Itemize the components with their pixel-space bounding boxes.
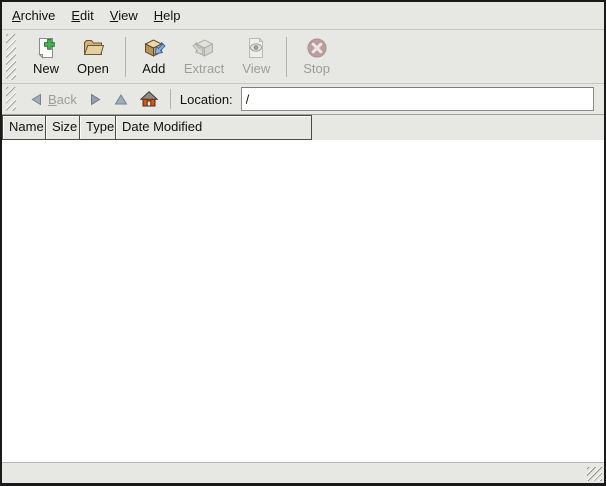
navbar-separator <box>170 89 171 109</box>
new-button-label: New <box>33 61 59 76</box>
toolbar: New Open Add <box>2 30 604 83</box>
extract-button-label: Extract <box>184 61 224 76</box>
file-list-panel: Name Size Type Date Modified <box>2 115 604 462</box>
open-archive-icon <box>81 36 105 60</box>
column-header-date-modified[interactable]: Date Modified <box>115 115 312 140</box>
home-button[interactable] <box>134 88 164 110</box>
extract-button[interactable]: Extract <box>175 33 233 80</box>
back-button[interactable]: Back <box>24 89 83 110</box>
resize-grip[interactable] <box>587 467 602 481</box>
file-list[interactable] <box>2 140 604 462</box>
column-header-filler <box>312 115 604 140</box>
open-button[interactable]: Open <box>68 33 118 80</box>
archive-manager-window: Archive Edit View Help New <box>0 0 606 486</box>
new-button[interactable]: New <box>24 33 68 80</box>
menu-archive[interactable]: Archive <box>4 5 63 27</box>
menu-edit-label: E <box>71 8 80 23</box>
menu-help[interactable]: Help <box>146 5 189 27</box>
add-button-label: Add <box>142 61 165 76</box>
column-header-size[interactable]: Size <box>45 115 80 140</box>
column-header-type[interactable]: Type <box>79 115 116 140</box>
add-files-icon <box>142 36 166 60</box>
navigation-bar: Back Location: <box>2 84 604 114</box>
toolbar-drag-handle[interactable] <box>6 34 16 80</box>
forward-icon <box>89 93 102 106</box>
forward-button[interactable] <box>83 90 108 109</box>
view-button-label: View <box>242 61 270 76</box>
extract-icon <box>192 36 216 60</box>
view-file-icon <box>244 36 268 60</box>
column-header-row: Name Size Type Date Modified <box>2 115 604 140</box>
column-header-name[interactable]: Name <box>2 115 46 140</box>
home-icon <box>140 91 158 107</box>
back-button-label: Back <box>48 92 77 107</box>
toolbar-separator <box>286 37 287 77</box>
status-bar <box>2 463 604 483</box>
navbar-drag-handle[interactable] <box>6 87 16 111</box>
new-archive-icon <box>34 36 58 60</box>
open-button-label: Open <box>77 61 109 76</box>
toolbar-separator <box>125 37 126 77</box>
location-label: Location: <box>180 92 233 107</box>
up-icon <box>114 93 128 106</box>
location-input[interactable] <box>241 87 594 111</box>
add-button[interactable]: Add <box>133 33 175 80</box>
menu-bar: Archive Edit View Help <box>2 2 604 29</box>
stop-button[interactable]: Stop <box>294 33 339 80</box>
menu-help-label: H <box>154 8 163 23</box>
stop-icon <box>305 36 329 60</box>
stop-button-label: Stop <box>303 61 330 76</box>
menu-edit[interactable]: Edit <box>63 5 101 27</box>
menu-view-label: V <box>110 8 118 23</box>
menu-view[interactable]: View <box>102 5 146 27</box>
menu-archive-label: A <box>12 8 21 23</box>
back-icon <box>30 93 43 106</box>
up-button[interactable] <box>108 90 134 109</box>
view-button[interactable]: View <box>233 33 279 80</box>
